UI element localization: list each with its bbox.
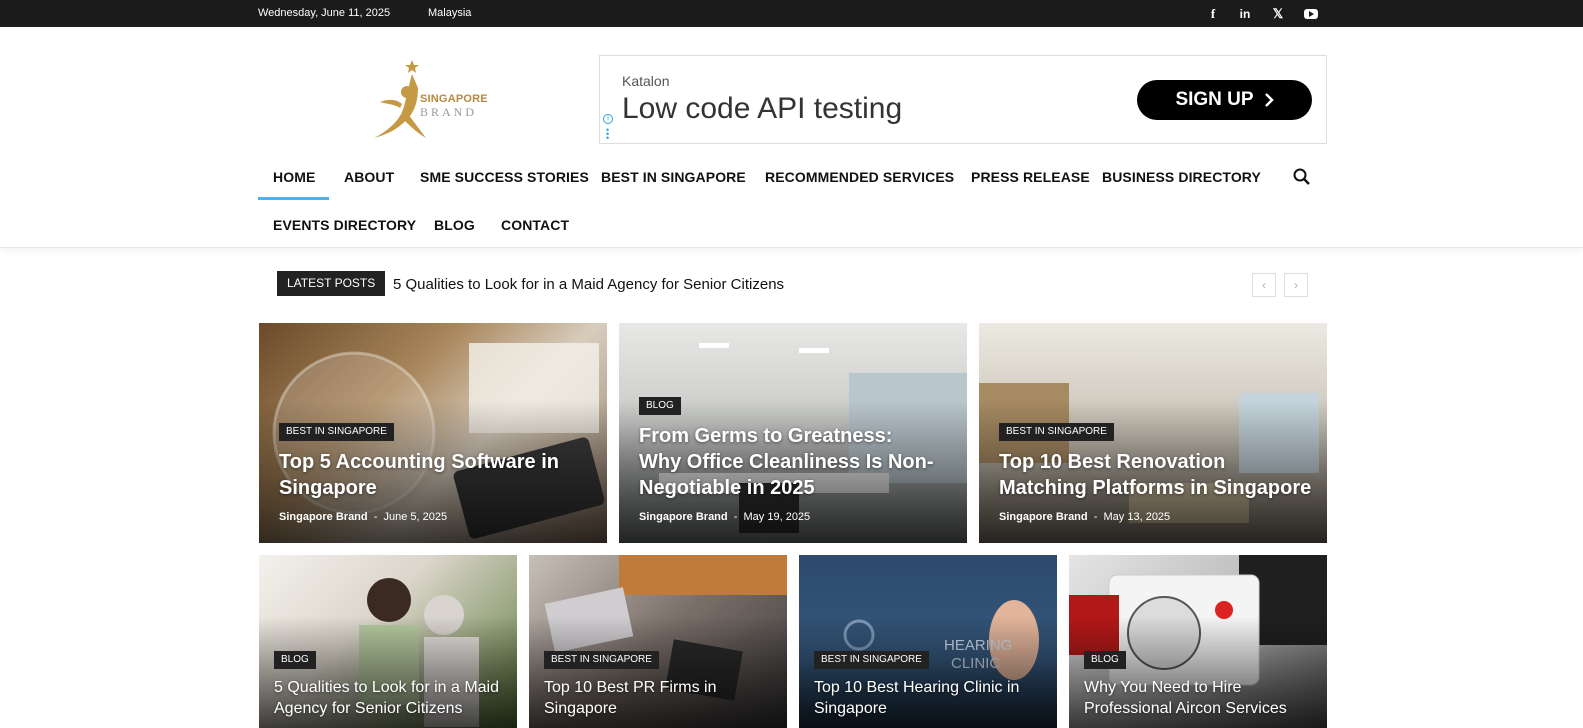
card-title[interactable]: Top 5 Accounting Software in Singapore [279,449,579,501]
category-tag[interactable]: BEST IN SINGAPORE [814,651,929,669]
card-date: May 13, 2025 [1103,511,1171,523]
nav-business-directory[interactable]: BUSINESS DIRECTORY [1102,169,1261,185]
ticker-headline[interactable]: 5 Qualities to Look for in a Maid Agency… [393,276,784,293]
x-icon[interactable]: 𝕏 [1269,5,1287,23]
card-author[interactable]: Singapore Brand [279,511,368,523]
nav-best-in-singapore[interactable]: BEST IN SINGAPORE [601,169,746,185]
nav-blog[interactable]: BLOG [434,217,475,233]
category-tag[interactable]: BLOG [1084,651,1126,669]
card-meta: Singapore Brand - May 13, 2025 [999,511,1171,523]
ad-brand: Katalon [622,73,670,89]
nav-events-directory[interactable]: EVENTS DIRECTORY [273,217,416,233]
nav-sme-success-stories[interactable]: SME SUCCESS STORIES [420,169,589,185]
ad-headline: Low code API testing [622,92,903,125]
card-title[interactable]: Top 10 Best Renovation Matching Platform… [999,449,1314,501]
card-title[interactable]: Why You Need to Hire Professional Aircon… [1084,677,1319,719]
card-title[interactable]: From Germs to Greatness: Why Office Clea… [639,423,939,501]
ad-banner[interactable]: Katalon Low code API testing SIGN UP i •… [599,55,1327,144]
card-date: June 5, 2025 [383,511,448,523]
card-meta: Singapore Brand - May 19, 2025 [639,511,811,523]
linkedin-icon[interactable]: in [1236,5,1254,23]
category-tag[interactable]: BLOG [639,397,681,415]
card-author[interactable]: Singapore Brand [999,511,1088,523]
nav-active-indicator [258,197,329,200]
card-date: May 19, 2025 [743,511,811,523]
ticker-prev-button[interactable]: ‹ [1252,273,1276,297]
category-tag[interactable]: BEST IN SINGAPORE [999,423,1114,441]
nav-recommended-services[interactable]: RECOMMENDED SERVICES [765,169,954,185]
facebook-icon[interactable]: f [1204,5,1222,23]
nav-home[interactable]: HOME [273,169,315,185]
main-nav [0,152,1583,248]
card-meta: Singapore Brand - June 5, 2025 [279,511,448,523]
current-date: Wednesday, June 11, 2025 [258,7,391,19]
card-title[interactable]: 5 Qualities to Look for in a Maid Agency… [274,677,514,719]
top-bar: Wednesday, June 11, 2025 Malaysia f in 𝕏 [0,0,1583,27]
card-title[interactable]: Top 10 Best PR Firms in Singapore [544,677,774,719]
nav-contact[interactable]: CONTACT [501,217,569,233]
logo-text-top: SINGAPORE [420,93,488,105]
logo-text-bottom: BRAND [420,105,478,119]
nav-about[interactable]: ABOUT [344,169,394,185]
ad-signup-button[interactable]: SIGN UP [1137,80,1312,120]
category-tag[interactable]: BEST IN SINGAPORE [279,423,394,441]
ticker-next-button[interactable]: › [1284,273,1308,297]
chevron-right-icon [1264,93,1274,107]
youtube-icon[interactable] [1302,5,1320,23]
nav-press-release[interactable]: PRESS RELEASE [971,169,1090,185]
category-tag[interactable]: BEST IN SINGAPORE [544,651,659,669]
ad-info-icon[interactable]: i [603,114,613,124]
ad-signup-label: SIGN UP [1175,89,1254,110]
latest-posts-label: LATEST POSTS [277,271,386,296]
card-author[interactable]: Singapore Brand [639,511,728,523]
ad-options-icon[interactable]: • • • [606,126,609,143]
search-icon[interactable] [1292,167,1312,187]
region-label: Malaysia [428,7,472,19]
card-title[interactable]: Top 10 Best Hearing Clinic in Singapore [814,677,1044,719]
category-tag[interactable]: BLOG [274,651,316,669]
